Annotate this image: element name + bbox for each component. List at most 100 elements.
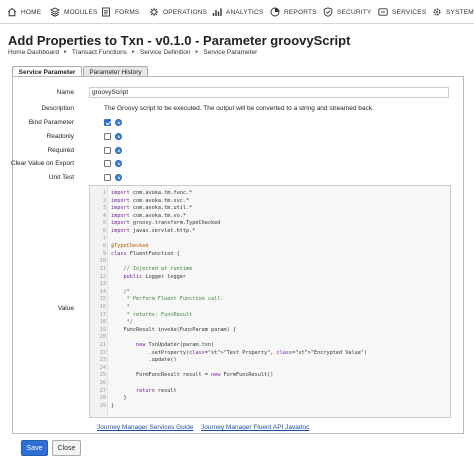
line-number: 3 xyxy=(102,205,106,212)
analytics-icon xyxy=(212,8,222,16)
code-line: * returns: FuncResult xyxy=(111,311,193,318)
line-number: 20 xyxy=(99,334,106,341)
name-input[interactable]: groovyScript xyxy=(89,87,449,98)
breadcrumb-transact-functions[interactable]: Transact Functions xyxy=(72,49,127,56)
name-input-value: groovyScript xyxy=(92,89,129,96)
nav-item-services-label: SERVICES xyxy=(392,8,427,16)
nav-item-services[interactable]: SERVICES xyxy=(378,0,426,24)
breadcrumb-service-definition[interactable]: Service Definition xyxy=(140,49,191,56)
breadcrumb: Home Dashboard ► Transact Functions ► Se… xyxy=(8,49,257,56)
code-line: .update() xyxy=(111,357,177,364)
nav-item-forms-label: FORMS xyxy=(115,8,140,16)
line-number: 29 xyxy=(99,402,106,409)
line-number: 16 xyxy=(99,304,106,310)
line-number: 27 xyxy=(99,387,106,394)
help-icon[interactable] xyxy=(115,174,122,181)
nav-item-security-label: SECURITY xyxy=(337,8,372,16)
nav-item-operations[interactable]: OPERATIONS xyxy=(149,0,207,24)
code-line: * Perform Fluent Function call. xyxy=(111,296,224,303)
nav-item-analytics[interactable]: ANALYTICS xyxy=(212,0,263,24)
code-line: } xyxy=(111,395,127,402)
fluent-api-javadoc-link[interactable]: Journey Manager Fluent API Javadoc xyxy=(201,424,309,431)
code-line: import groovy.transform.TypeChecked xyxy=(111,220,221,227)
nav-item-security[interactable]: SECURITY xyxy=(323,0,371,24)
line-number: 25 xyxy=(99,372,106,379)
value-label: Value xyxy=(57,305,74,312)
line-number: 4 xyxy=(102,212,106,219)
line-number: 1 xyxy=(102,190,106,196)
line-number: 28 xyxy=(99,395,106,402)
code-line: import com.avoka.tm.func.* xyxy=(111,190,193,196)
line-number: 15 xyxy=(99,296,106,303)
code-line: import com.avoka.tm.util.* xyxy=(111,205,193,212)
services-guide-link[interactable]: Journey Manager Services Guide xyxy=(97,424,193,431)
nav-item-system[interactable]: SYSTEM xyxy=(432,0,474,24)
close-button[interactable]: Close xyxy=(52,440,81,456)
breadcrumb-separator: ► xyxy=(62,49,68,55)
code-line: * xyxy=(111,304,130,310)
nav-item-reports-label: REPORTS xyxy=(284,8,317,16)
nav-item-home[interactable]: HOME xyxy=(7,0,41,24)
line-number: 19 xyxy=(99,326,106,333)
save-button[interactable]: Save xyxy=(21,440,48,456)
code-line: // Injected at runtime xyxy=(111,266,193,272)
page-title: Add Properties to Txn - v0.1.0 - Paramet… xyxy=(8,33,351,48)
code-line: import com.avoka.tm.svc.* xyxy=(111,197,190,204)
unit-test-label: Unit Test xyxy=(48,174,74,181)
line-number: 7 xyxy=(102,235,106,242)
operations-icon xyxy=(149,7,159,17)
line-number: 24 xyxy=(99,364,106,371)
line-number: 18 xyxy=(99,319,106,326)
help-icon[interactable] xyxy=(115,160,122,167)
code-line: } xyxy=(111,402,115,409)
line-number: 12 xyxy=(99,273,106,280)
code-line: /* xyxy=(111,288,130,295)
unit-test-checkbox[interactable] xyxy=(104,174,111,181)
line-number: 17 xyxy=(99,311,106,318)
nav-item-modules[interactable]: MODULES xyxy=(50,0,98,24)
clear-value-on-export-checkbox[interactable] xyxy=(104,160,111,167)
code-line: FuncResult invoke(FuncParam param) { xyxy=(111,326,236,333)
code-line: @TypeChecked xyxy=(111,243,149,250)
nav-item-modules-label: MODULES xyxy=(64,8,98,16)
readonly-checkbox[interactable] xyxy=(104,133,111,140)
required-checkbox[interactable] xyxy=(104,147,111,154)
code-line: import com.avoka.tm.vo.* xyxy=(111,212,186,219)
line-number: 22 xyxy=(99,349,106,356)
required-label: Required xyxy=(47,147,74,154)
help-icon[interactable] xyxy=(115,133,122,140)
help-icon[interactable] xyxy=(115,119,122,126)
nav-item-reports[interactable]: REPORTS xyxy=(270,0,317,24)
nav-item-operations-label: OPERATIONS xyxy=(163,8,208,16)
bind-parameter-label: Bind Parameter xyxy=(28,119,74,126)
code-line: public Logger logger xyxy=(123,273,186,280)
top-navigation-bar: HOME MODULES FORMS OPERATIONS ANALYTICS … xyxy=(0,0,474,24)
code-line: */ xyxy=(111,319,133,326)
modules-icon xyxy=(50,7,60,17)
line-number: 6 xyxy=(102,228,106,234)
name-label: Name xyxy=(56,89,74,96)
line-number: 9 xyxy=(102,250,106,257)
forms-icon xyxy=(102,7,110,17)
line-number: 13 xyxy=(99,281,106,288)
line-number: 8 xyxy=(102,243,106,250)
code-line: FormFuncResult result = new FormFuncResu… xyxy=(111,372,274,379)
nav-item-forms[interactable]: FORMS xyxy=(101,0,139,24)
code-line: new TxnUpdater(param.txn) xyxy=(136,342,215,348)
help-icon[interactable] xyxy=(115,147,122,154)
breadcrumb-home-dashboard[interactable]: Home Dashboard xyxy=(8,49,59,56)
description-label: Description xyxy=(41,105,74,112)
line-number: 2 xyxy=(102,197,106,204)
line-number: 10 xyxy=(99,258,106,265)
line-number: 26 xyxy=(99,380,106,386)
bind-parameter-checkbox[interactable] xyxy=(104,119,111,126)
system-icon xyxy=(433,8,441,16)
clear-value-on-export-label: Clear Value on Export xyxy=(10,160,74,167)
reports-icon xyxy=(270,7,280,17)
line-number: 21 xyxy=(99,342,106,348)
code-editor[interactable]: 1 import com.avoka.tm.func.* 2 import com.a… xyxy=(89,185,451,418)
line-number: 14 xyxy=(99,288,106,295)
nav-item-system-label: SYSTEM xyxy=(446,8,474,16)
breadcrumb-service-parameter: Service Parameter xyxy=(203,49,258,56)
nav-item-analytics-label: ANALYTICS xyxy=(226,8,264,16)
